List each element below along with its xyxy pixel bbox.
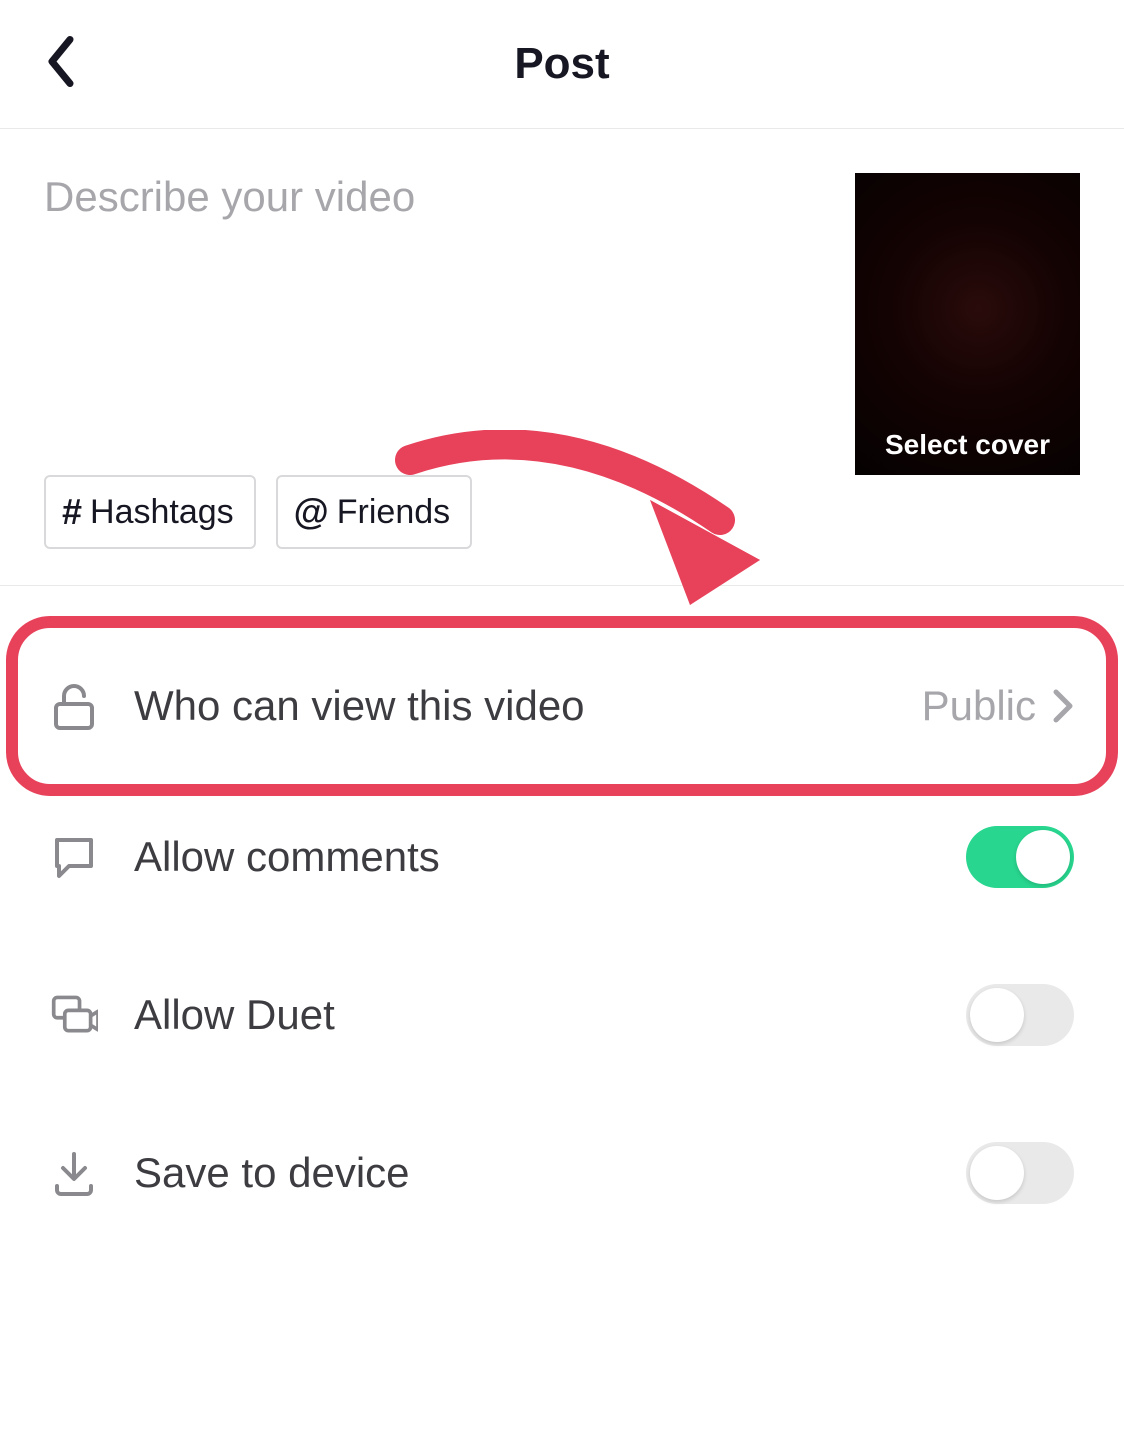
friends-label: Friends xyxy=(337,493,450,532)
duet-label: Allow Duet xyxy=(134,991,930,1039)
duet-icon xyxy=(50,991,98,1039)
chevron-right-icon xyxy=(1052,688,1074,724)
chevron-left-icon xyxy=(44,36,76,88)
privacy-row[interactable]: Who can view this video Public xyxy=(0,634,1124,778)
cover-thumbnail[interactable]: Select cover xyxy=(855,173,1080,475)
comments-label: Allow comments xyxy=(134,833,930,881)
comment-icon xyxy=(50,833,98,881)
comments-toggle[interactable] xyxy=(966,826,1074,888)
save-toggle[interactable] xyxy=(966,1142,1074,1204)
unlock-icon xyxy=(50,682,98,730)
caption-input[interactable]: Describe your video xyxy=(44,173,831,475)
back-button[interactable] xyxy=(44,36,76,93)
privacy-label: Who can view this video xyxy=(134,682,886,730)
compose-section: Describe your video Select cover # Hasht… xyxy=(0,129,1124,586)
page-title: Post xyxy=(514,39,609,89)
privacy-value: Public xyxy=(922,682,1036,730)
settings-list: Who can view this video Public Allow com… xyxy=(0,586,1124,1452)
caption-placeholder: Describe your video xyxy=(44,173,831,221)
select-cover-label: Select cover xyxy=(855,429,1080,461)
friends-button[interactable]: @ Friends xyxy=(276,475,472,549)
save-label: Save to device xyxy=(134,1149,930,1197)
hash-icon: # xyxy=(62,491,82,533)
hashtags-label: Hashtags xyxy=(90,493,234,532)
download-icon xyxy=(50,1149,98,1197)
comments-row: Allow comments xyxy=(0,778,1124,936)
duet-row: Allow Duet xyxy=(0,936,1124,1094)
save-row: Save to device xyxy=(0,1094,1124,1252)
hashtags-button[interactable]: # Hashtags xyxy=(44,475,256,549)
header-bar: Post xyxy=(0,0,1124,129)
duet-toggle[interactable] xyxy=(966,984,1074,1046)
at-icon: @ xyxy=(294,491,329,533)
